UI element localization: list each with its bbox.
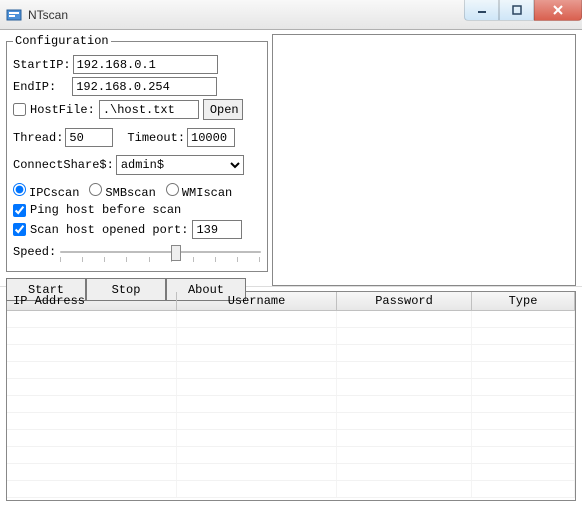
list-row <box>7 447 575 464</box>
thread-input[interactable] <box>65 128 113 147</box>
endip-label: EndIP: <box>13 80 56 94</box>
slider-thumb[interactable] <box>171 245 181 261</box>
configuration-legend: Configuration <box>13 34 111 48</box>
list-row <box>7 362 575 379</box>
col-password[interactable]: Password <box>337 292 472 310</box>
ping-label: Ping host before scan <box>30 203 181 217</box>
portscan-checkbox[interactable] <box>13 223 26 236</box>
startip-input[interactable] <box>73 55 218 74</box>
col-username[interactable]: Username <box>177 292 337 310</box>
startip-label: StartIP: <box>13 58 71 72</box>
hostfile-input[interactable] <box>99 100 199 119</box>
speed-label: Speed: <box>13 245 56 259</box>
wmiscan-label: WMIscan <box>182 186 232 200</box>
ipcscan-radio[interactable] <box>13 183 26 196</box>
results-listview[interactable]: IP Address Username Password Type <box>6 291 576 501</box>
close-button[interactable] <box>534 0 582 21</box>
configuration-group: Configuration StartIP: EndIP: HostFile: … <box>6 34 268 272</box>
output-pane <box>272 34 576 286</box>
list-row <box>7 413 575 430</box>
endip-input[interactable] <box>72 77 217 96</box>
open-button[interactable]: Open <box>203 99 243 120</box>
smbscan-radio[interactable] <box>89 183 102 196</box>
list-row <box>7 430 575 447</box>
window-title: NTscan <box>28 8 68 22</box>
listview-body <box>7 311 575 498</box>
app-icon <box>6 7 22 23</box>
connectshare-select[interactable]: admin$ <box>116 155 244 175</box>
left-pane: Configuration StartIP: EndIP: HostFile: … <box>0 30 272 286</box>
smbscan-label: SMBscan <box>105 186 155 200</box>
hostfile-checkbox[interactable] <box>13 103 26 116</box>
col-type[interactable]: Type <box>472 292 575 310</box>
list-row <box>7 345 575 362</box>
listview-header: IP Address Username Password Type <box>7 292 575 311</box>
maximize-button[interactable] <box>499 0 534 21</box>
col-ip[interactable]: IP Address <box>7 292 177 310</box>
titlebar: NTscan <box>0 0 582 30</box>
list-row <box>7 396 575 413</box>
list-row <box>7 481 575 498</box>
list-row <box>7 379 575 396</box>
ping-checkbox[interactable] <box>13 204 26 217</box>
list-row <box>7 328 575 345</box>
timeout-label: Timeout: <box>127 131 185 145</box>
minimize-button[interactable] <box>464 0 499 21</box>
wmiscan-radio[interactable] <box>166 183 179 196</box>
connectshare-label: ConnectShare$: <box>13 158 114 172</box>
portscan-label: Scan host opened port: <box>30 223 188 237</box>
speed-slider[interactable] <box>60 242 261 262</box>
hostfile-label: HostFile: <box>30 103 95 117</box>
thread-label: Thread: <box>13 131 63 145</box>
port-input[interactable] <box>192 220 242 239</box>
list-row <box>7 311 575 328</box>
timeout-input[interactable] <box>187 128 235 147</box>
ipcscan-label: IPCscan <box>29 186 79 200</box>
list-row <box>7 464 575 481</box>
